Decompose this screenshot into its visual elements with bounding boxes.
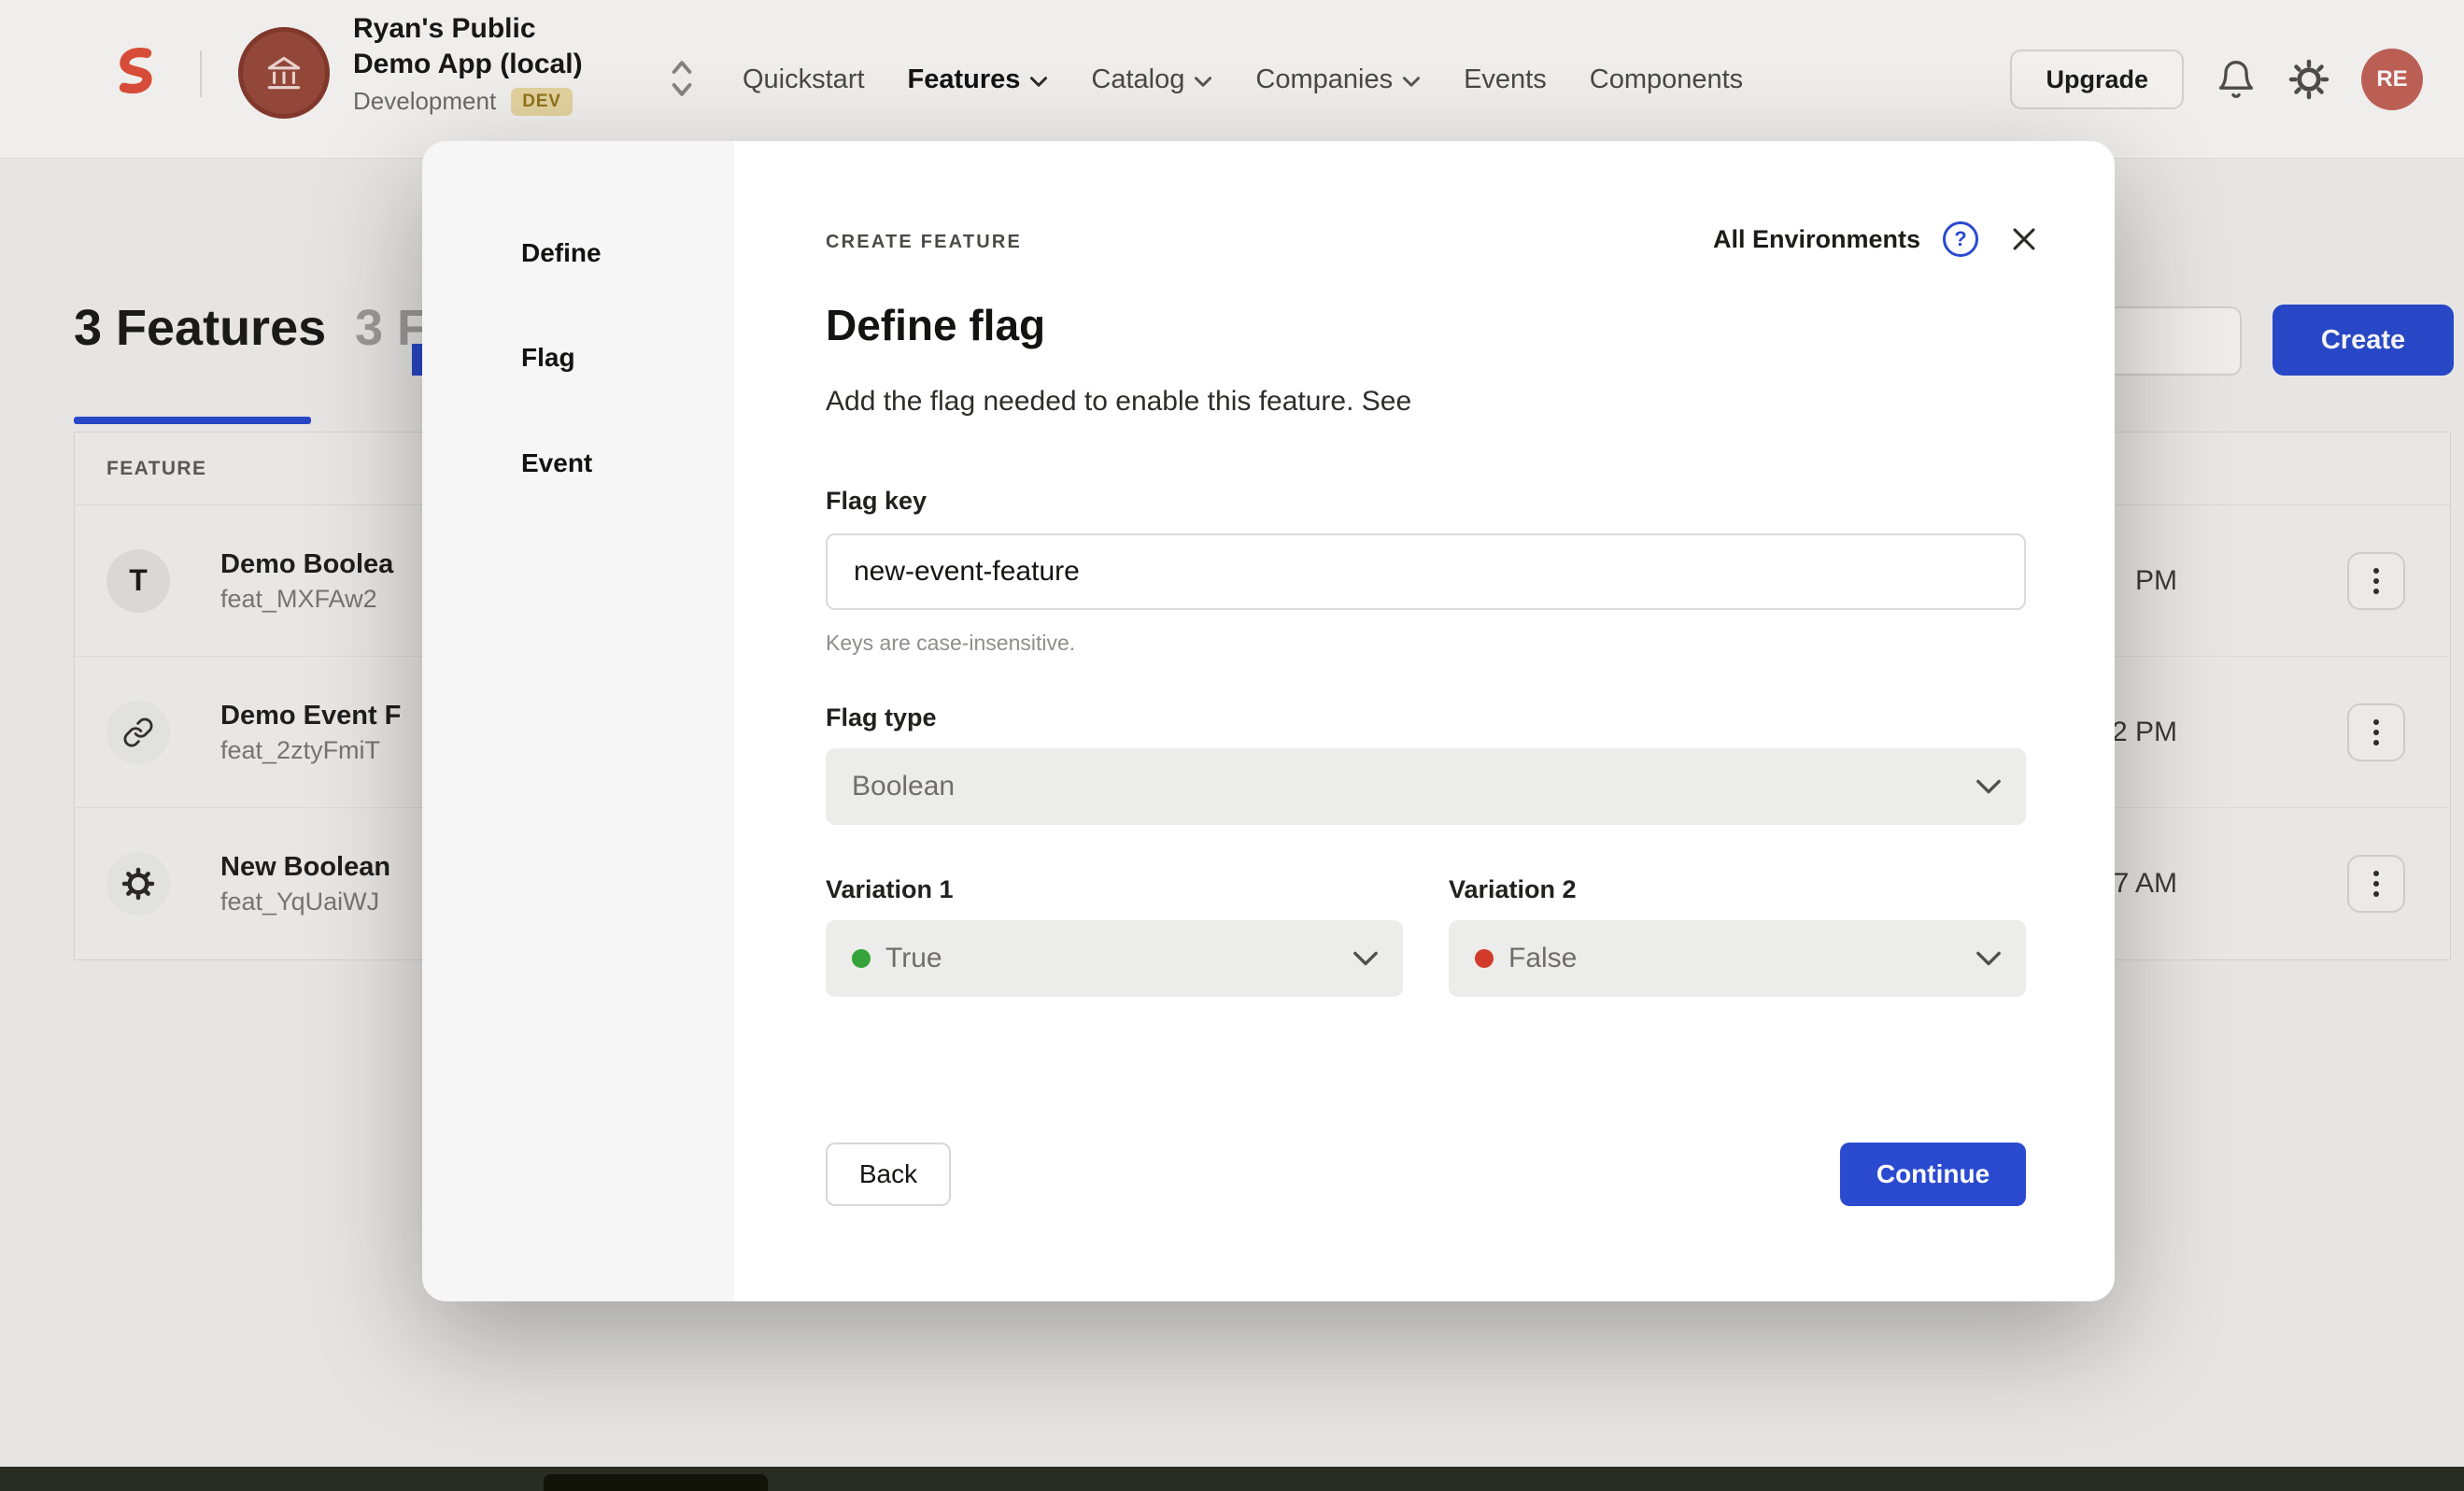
back-button[interactable]: Back (826, 1143, 951, 1206)
flag-type-value: Boolean (852, 771, 955, 802)
modal-step-sidebar: Define Flag Event (422, 141, 734, 1301)
variation1-select[interactable]: True (826, 920, 1403, 997)
variation2-select[interactable]: False (1449, 920, 2026, 997)
modal-header-actions: All Environments ? (1713, 221, 2040, 257)
modal-description: Add the flag needed to enable this featu… (826, 386, 1411, 418)
flag-key-help: Keys are case-insensitive. (826, 631, 1075, 656)
chevron-down-icon (1352, 950, 1379, 967)
close-icon[interactable] (2008, 223, 2040, 255)
modal-eyebrow: CREATE FEATURE (826, 232, 1022, 253)
step-define[interactable]: Define (521, 238, 602, 268)
variation2-label: Variation 2 (1449, 875, 1577, 904)
false-status-dot (1475, 949, 1494, 968)
chevron-down-icon (1975, 950, 2002, 967)
modal-title: Define flag (826, 300, 1045, 350)
modal-main: CREATE FEATURE All Environments ? Define… (734, 141, 2115, 1301)
help-icon[interactable]: ? (1943, 221, 1978, 257)
continue-button[interactable]: Continue (1840, 1143, 2026, 1206)
screen: Ryan's Public Demo App (local) Developme… (0, 0, 2464, 1491)
chevron-down-icon (1975, 778, 2002, 795)
environments-selector[interactable]: All Environments (1713, 225, 1920, 254)
variation1-value: True (885, 943, 942, 974)
create-feature-modal: Define Flag Event CREATE FEATURE All Env… (422, 141, 2115, 1301)
variation2-value: False (1508, 943, 1577, 974)
step-event[interactable]: Event (521, 448, 592, 478)
step-flag[interactable]: Flag (521, 343, 575, 373)
flag-key-label: Flag key (826, 487, 927, 516)
variation1-label: Variation 1 (826, 875, 954, 904)
flag-type-select[interactable]: Boolean (826, 748, 2026, 825)
flag-type-label: Flag type (826, 703, 937, 732)
true-status-dot (852, 949, 871, 968)
flag-key-input[interactable] (826, 533, 2026, 610)
